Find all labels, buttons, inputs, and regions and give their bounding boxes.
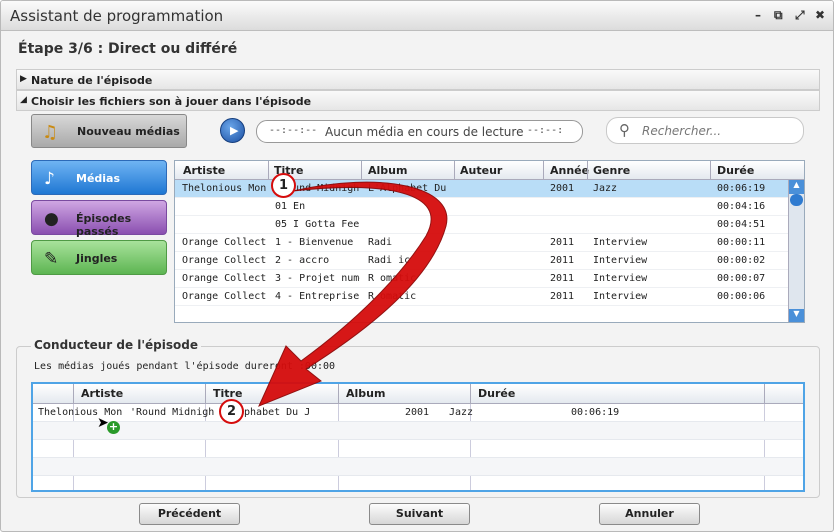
step-badge-1: 1 bbox=[271, 173, 296, 198]
add-plus-icon: + bbox=[107, 420, 120, 434]
step-badge-2: 2 bbox=[219, 399, 244, 424]
dialog-window: Assistant de programmation – ⧉ ⤢ ✖ Étape… bbox=[0, 0, 834, 532]
drag-arrow-annotation bbox=[258, 181, 448, 407]
